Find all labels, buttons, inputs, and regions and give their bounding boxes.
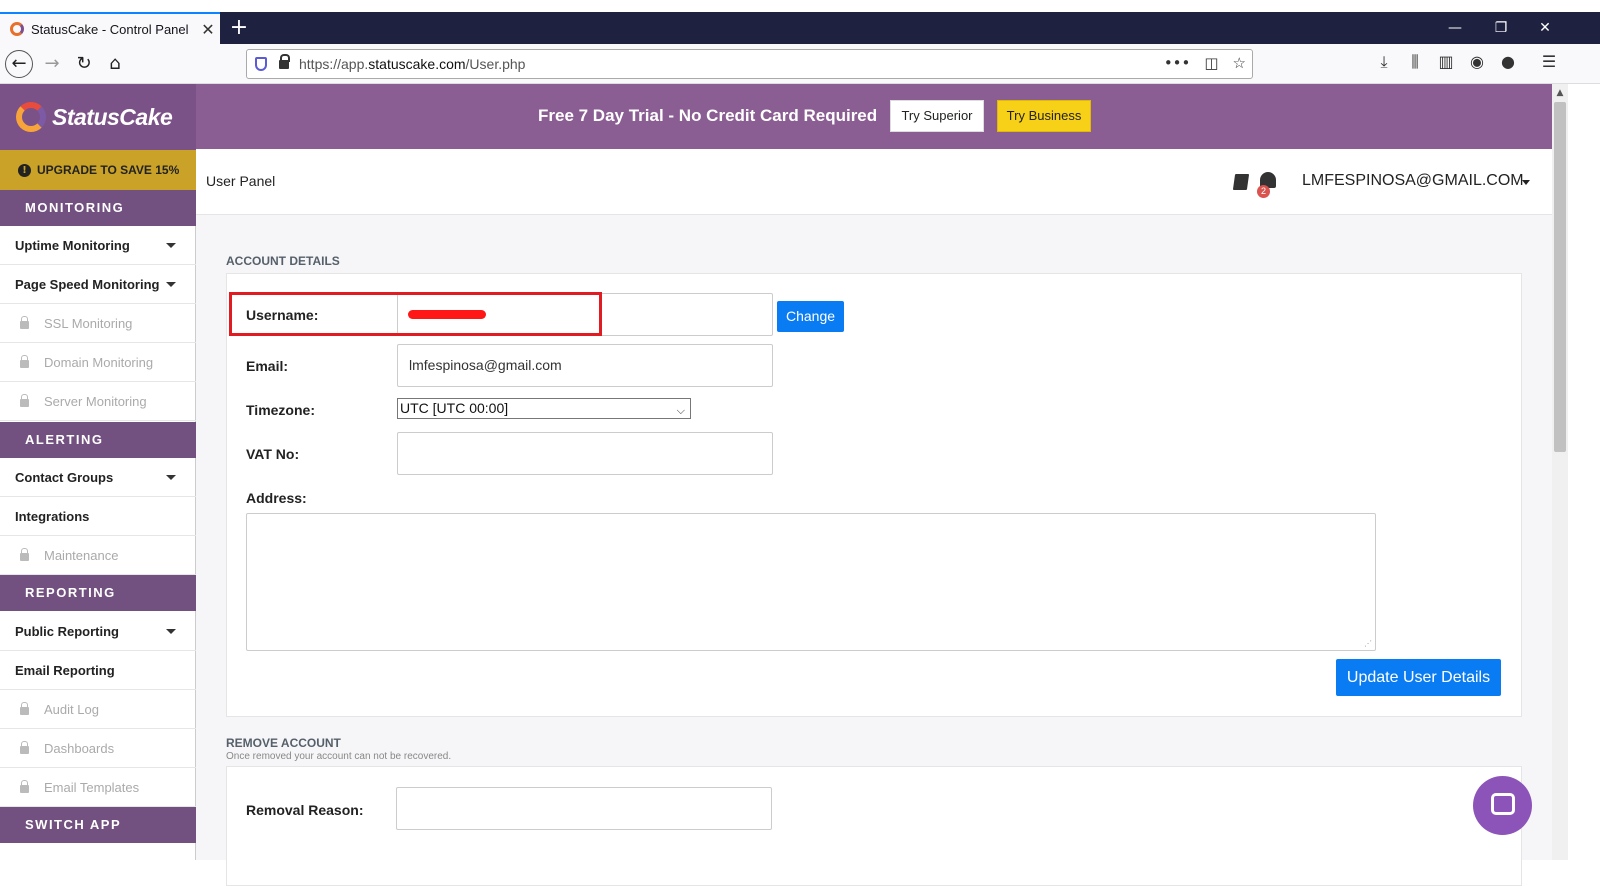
sidebar-item-maintenance[interactable]: Maintenance	[0, 536, 196, 575]
lock-icon	[20, 548, 29, 561]
account-details-title: ACCOUNT DETAILS	[226, 254, 340, 268]
vat-field[interactable]	[397, 432, 773, 475]
url-text: https://app.statuscake.com/User.php	[299, 56, 526, 72]
notification-badge: 2	[1257, 185, 1270, 198]
statuscake-favicon-icon	[10, 22, 24, 36]
lock-icon	[20, 780, 29, 793]
change-username-button[interactable]: Change	[777, 301, 844, 332]
main-content: Free 7 Day Trial - No Credit Card Requir…	[196, 84, 1552, 886]
section-alerting: ALERTING	[0, 422, 196, 458]
reload-icon[interactable]: ↻	[70, 50, 98, 78]
removal-reason-label: Removal Reason:	[246, 802, 364, 818]
menu-icon[interactable]: ☰	[1538, 52, 1560, 71]
try-superior-button[interactable]: Try Superior	[890, 100, 984, 132]
trial-banner: Free 7 Day Trial - No Credit Card Requir…	[196, 84, 1552, 149]
resize-grip-icon[interactable]: ⋰	[1364, 639, 1372, 648]
sidebar-item-audit-log[interactable]: Audit Log	[0, 690, 196, 729]
upgrade-label: UPGRADE TO SAVE 15%	[37, 163, 180, 177]
book-icon[interactable]	[1232, 174, 1250, 190]
update-user-details-button[interactable]: Update User Details	[1336, 659, 1501, 696]
forward-icon[interactable]: →	[38, 50, 66, 78]
window-close-icon[interactable]: ✕	[1522, 14, 1568, 42]
chevron-down-icon	[166, 243, 176, 248]
restore-icon[interactable]: ❐	[1478, 14, 1524, 42]
library-icon[interactable]: ⫼	[1404, 52, 1426, 72]
top-strip	[0, 0, 1600, 12]
lock-icon	[20, 741, 29, 754]
tracking-shield-icon[interactable]	[255, 57, 267, 71]
try-business-button[interactable]: Try Business	[997, 100, 1091, 132]
downloads-icon[interactable]: ⤓	[1373, 52, 1395, 72]
user-header: User Panel 2 LMFESPINOSA@GMAIL.COM	[196, 149, 1552, 215]
sidebar-item-email-templates[interactable]: Email Templates	[0, 768, 196, 807]
email-label: Email:	[246, 358, 289, 374]
trial-banner-text: Free 7 Day Trial - No Credit Card Requir…	[538, 106, 878, 125]
username-redaction	[408, 310, 486, 319]
url-bar[interactable]: https://app.statuscake.com/User.php ••• …	[246, 49, 1253, 79]
home-icon[interactable]: ⌂	[101, 50, 129, 78]
scrollbar-thumb[interactable]	[1554, 102, 1566, 452]
sidebar-item-ssl-monitoring[interactable]: SSL Monitoring	[0, 304, 196, 343]
chat-launcher-button[interactable]	[1473, 776, 1532, 835]
bookmark-star-icon[interactable]: ☆	[1233, 54, 1246, 72]
timezone-select[interactable]: UTC [UTC 00:00] ⌵	[397, 398, 691, 419]
sidebar-item-server-monitoring[interactable]: Server Monitoring	[0, 382, 196, 421]
chevron-down-icon	[166, 282, 176, 287]
page-actions-icon[interactable]: •••	[1164, 54, 1191, 72]
browser-tab[interactable]: StatusCake - Control Panel ✕	[0, 12, 220, 44]
address-textarea[interactable]: ⋰	[246, 513, 1376, 651]
alert-icon: !	[18, 163, 31, 177]
user-menu[interactable]: LMFESPINOSA@GMAIL.COM	[1302, 172, 1524, 190]
sidebar-item-page-speed-monitoring[interactable]: Page Speed Monitoring	[0, 265, 196, 304]
chevron-down-icon	[166, 475, 176, 480]
lock-icon	[20, 702, 29, 715]
lock-icon	[20, 355, 29, 368]
section-switch-app[interactable]: SWITCH APP	[0, 807, 196, 843]
sidebar-item-email-reporting[interactable]: Email Reporting	[0, 651, 196, 690]
chevron-down-icon	[166, 629, 176, 634]
chevron-down-icon: ⌵	[676, 405, 685, 417]
caret-down-icon[interactable]	[1522, 180, 1530, 185]
new-tab-icon[interactable]: +	[226, 14, 252, 42]
sidebar-toggle-icon[interactable]: ▥	[1435, 52, 1457, 71]
chat-bubble-icon	[1491, 793, 1515, 815]
pocket-icon[interactable]: ◫	[1204, 54, 1218, 72]
account-icon[interactable]: ◉	[1466, 52, 1488, 71]
sidebar: StatusCake ! UPGRADE TO SAVE 15% MONITOR…	[0, 84, 196, 860]
removal-reason-field[interactable]	[396, 787, 772, 830]
address-label: Address:	[246, 490, 307, 506]
remove-account-title: REMOVE ACCOUNT	[226, 736, 341, 750]
scroll-up-icon[interactable]: ▲	[1552, 86, 1568, 100]
lock-icon[interactable]	[279, 53, 290, 69]
sidebar-item-contact-groups[interactable]: Contact Groups	[0, 458, 196, 497]
minimize-icon[interactable]: —	[1432, 14, 1478, 42]
email-field[interactable]: lmfespinosa@gmail.com	[397, 344, 773, 387]
close-tab-icon[interactable]: ✕	[196, 20, 220, 39]
section-reporting: REPORTING	[0, 575, 196, 611]
upgrade-banner[interactable]: ! UPGRADE TO SAVE 15%	[0, 150, 196, 190]
remove-account-subtitle: Once removed your account can not be rec…	[226, 751, 452, 762]
section-monitoring: MONITORING	[0, 190, 196, 226]
sidebar-item-uptime-monitoring[interactable]: Uptime Monitoring	[0, 226, 196, 265]
lock-icon	[20, 394, 29, 407]
logo-text: StatusCake	[52, 103, 173, 130]
vat-label: VAT No:	[246, 446, 300, 462]
statuscake-logo-icon	[16, 102, 46, 132]
tab-title: StatusCake - Control Panel	[31, 21, 189, 37]
sidebar-item-dashboards[interactable]: Dashboards	[0, 729, 196, 768]
extension-icon[interactable]: ●	[1497, 52, 1519, 71]
sidebar-item-public-reporting[interactable]: Public Reporting	[0, 612, 196, 651]
page-title: User Panel	[206, 173, 276, 189]
sidebar-item-integrations[interactable]: Integrations	[0, 497, 196, 536]
timezone-label: Timezone:	[246, 402, 315, 418]
lock-icon	[20, 316, 29, 329]
back-icon[interactable]: ←	[5, 50, 33, 78]
sidebar-item-domain-monitoring[interactable]: Domain Monitoring	[0, 343, 196, 382]
statuscake-logo[interactable]: StatusCake	[0, 84, 196, 150]
